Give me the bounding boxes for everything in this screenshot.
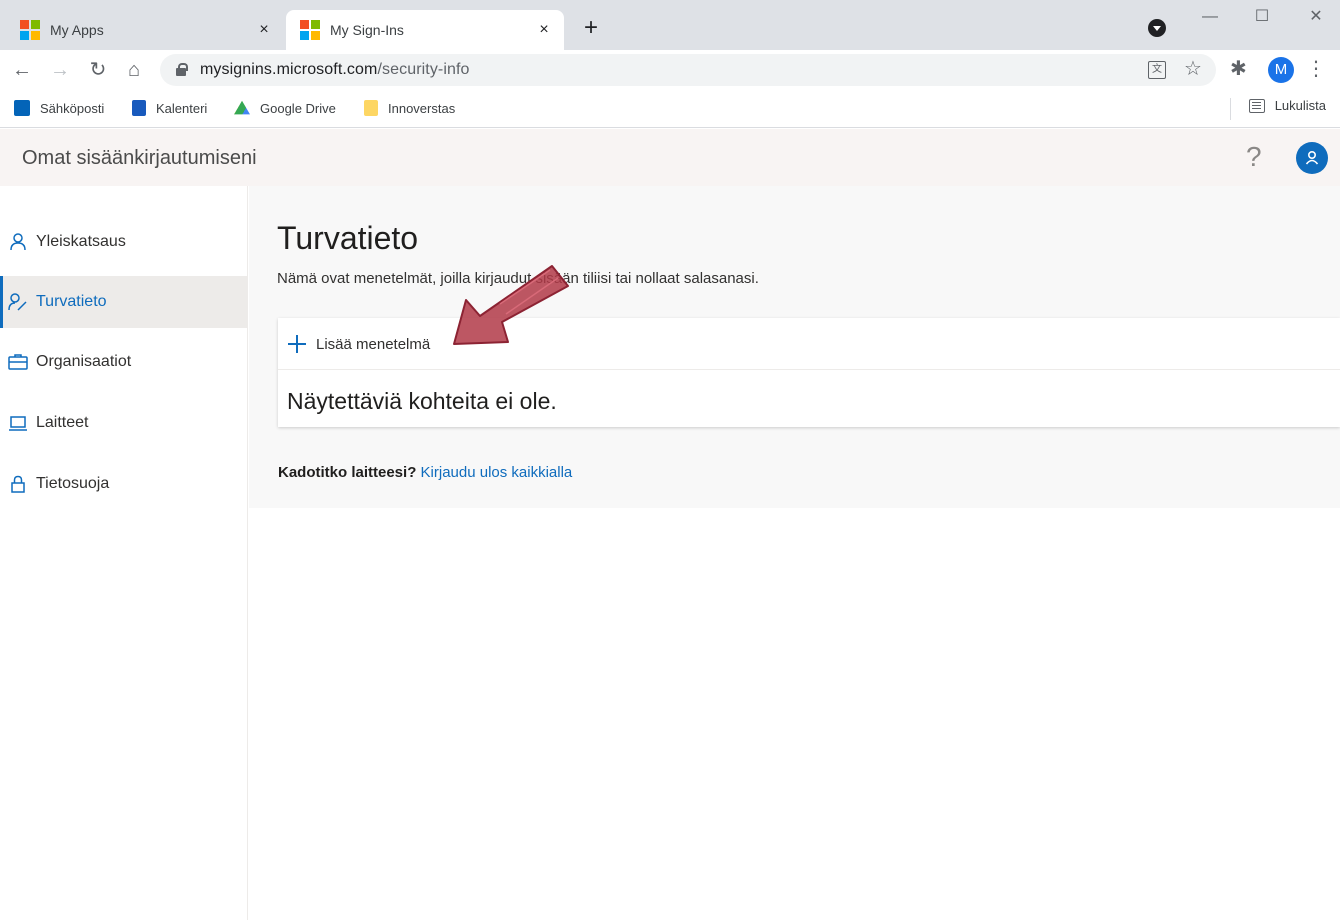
briefcase-icon: [8, 354, 28, 370]
sidebar-item-label: Yleiskatsaus: [36, 233, 126, 250]
bookmarks-bar: Sähköposti Kalenteri Google Drive Innove…: [0, 90, 1340, 128]
translate-icon[interactable]: 文: [1148, 61, 1166, 79]
bookmarks-divider: [1230, 98, 1231, 120]
browser-tabstrip: My Apps × My Sign-Ins × + — ☐ ✕: [0, 0, 1340, 50]
home-button[interactable]: ⌂: [120, 56, 148, 84]
sidebar-item-devices[interactable]: Laitteet: [0, 397, 248, 449]
reading-list-label: Lukulista: [1274, 98, 1326, 113]
forward-button[interactable]: →: [46, 56, 74, 84]
tab-close-icon[interactable]: ×: [534, 20, 554, 40]
back-button[interactable]: ←: [8, 56, 36, 84]
sidebar-item-security-info[interactable]: Turvatieto: [0, 276, 248, 328]
app-header: Omat sisäänkirjautumiseni ?: [0, 129, 1340, 186]
sidebar-item-label: Turvatieto: [36, 293, 107, 310]
google-drive-icon: [234, 100, 250, 115]
calendar-icon: [132, 100, 146, 116]
page-title: Turvatieto: [277, 220, 419, 256]
bookmark-innoverstas[interactable]: Innoverstas: [364, 98, 455, 118]
browser-menu-icon[interactable]: ⋮: [1306, 56, 1326, 81]
lock-icon: [11, 475, 25, 493]
outlook-icon: [14, 100, 30, 116]
new-tab-button[interactable]: +: [578, 16, 604, 42]
maximize-button[interactable]: ☐: [1242, 4, 1282, 30]
tab-search-icon[interactable]: [1148, 19, 1166, 37]
reading-list-icon: [1248, 98, 1265, 113]
bookmark-sahkoposti[interactable]: Sähköposti: [14, 98, 104, 118]
empty-state-message: Näytettäviä kohteita ei ole.: [287, 388, 557, 414]
url-path: /security-info: [377, 61, 470, 78]
address-bar[interactable]: mysignins.microsoft.com/security-info 文 …: [160, 54, 1216, 86]
bookmark-label: Google Drive: [260, 100, 336, 116]
profile-avatar[interactable]: M: [1268, 57, 1294, 83]
close-window-button[interactable]: ✕: [1296, 4, 1336, 30]
add-method-label: Lisää menetelmä: [316, 335, 431, 353]
tab-close-icon[interactable]: ×: [254, 20, 274, 40]
bookmark-label: Innoverstas: [388, 100, 456, 116]
sidebar-item-overview[interactable]: Yleiskatsaus: [0, 216, 248, 268]
tab-title: My Sign-Ins: [330, 22, 404, 38]
browser-toolbar: ← → ↻ ⌂ mysignins.microsoft.com/security…: [0, 50, 1340, 90]
tab-my-apps[interactable]: My Apps ×: [8, 10, 284, 50]
sign-out-everywhere-link[interactable]: Kirjaudu ulos kaikkialla: [421, 464, 573, 481]
sidebar-item-label: Organisaatiot: [36, 353, 132, 370]
lock-icon[interactable]: [176, 63, 188, 76]
microsoft-logo-icon: [20, 20, 40, 40]
minimize-button[interactable]: —: [1190, 4, 1230, 30]
person-icon: [1305, 151, 1319, 165]
bookmark-kalenteri[interactable]: Kalenteri: [132, 98, 207, 118]
sidebar-item-organizations[interactable]: Organisaatiot: [0, 336, 248, 388]
url-text[interactable]: mysignins.microsoft.com/security-info: [200, 61, 470, 79]
security-info-icon: [8, 293, 27, 311]
add-method-button[interactable]: Lisää menetelmä: [288, 332, 430, 356]
person-icon: [10, 233, 26, 251]
bookmark-star-icon[interactable]: ☆: [1184, 56, 1202, 81]
bookmark-google-drive[interactable]: Google Drive: [234, 98, 336, 118]
extensions-icon[interactable]: ✱: [1230, 56, 1247, 81]
sidebar-item-label: Tietosuoja: [36, 475, 110, 492]
lost-device-label: Kadotitko laitteesi?: [278, 464, 417, 481]
help-icon[interactable]: ?: [1246, 141, 1262, 173]
reload-button[interactable]: ↻: [84, 56, 112, 84]
bookmark-label: Kalenteri: [156, 100, 208, 116]
folder-icon: [364, 100, 378, 116]
divider: [278, 369, 1340, 370]
security-methods-card: Lisää menetelmä Näytettäviä kohteita ei …: [278, 318, 1340, 427]
tab-my-sign-ins[interactable]: My Sign-Ins ×: [286, 10, 564, 50]
reading-list-button[interactable]: Lukulista: [1248, 98, 1326, 113]
laptop-icon: [9, 416, 27, 431]
main-content: Turvatieto Nämä ovat menetelmät, joilla …: [249, 186, 1340, 508]
bookmark-label: Sähköposti: [40, 100, 105, 116]
url-domain: mysignins.microsoft.com: [200, 61, 378, 78]
sidebar-item-privacy[interactable]: Tietosuoja: [0, 458, 248, 510]
lost-device-row: Kadotitko laitteesi? Kirjaudu ulos kaikk…: [278, 464, 572, 481]
annotation-arrow-icon: [453, 265, 569, 345]
microsoft-logo-icon: [300, 20, 320, 40]
user-account-button[interactable]: [1296, 142, 1328, 174]
plus-icon: [288, 335, 306, 353]
sidebar-nav: Yleiskatsaus Turvatieto Organisaatiot La…: [0, 186, 248, 920]
tab-title: My Apps: [50, 22, 104, 38]
sidebar-item-label: Laitteet: [36, 414, 89, 431]
app-title: Omat sisäänkirjautumiseni: [22, 147, 257, 169]
